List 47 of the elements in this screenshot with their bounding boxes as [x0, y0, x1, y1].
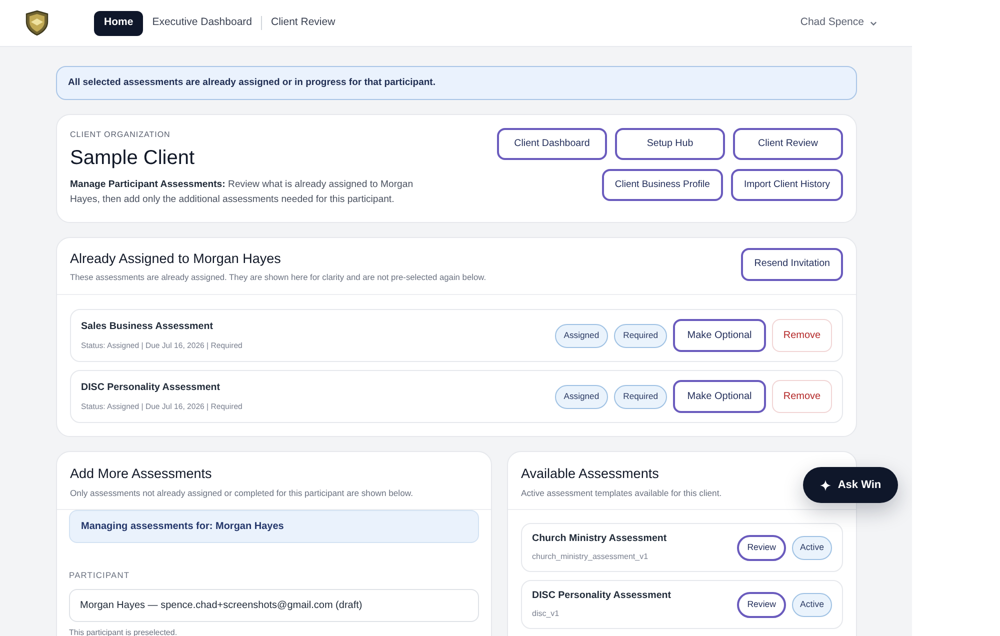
- action-button[interactable]: Client Review: [733, 128, 843, 160]
- nav-tab[interactable]: Home: [94, 10, 144, 36]
- nav-tab[interactable]: Client Review: [263, 10, 344, 36]
- template-code: disc_v1: [532, 608, 560, 620]
- review-button[interactable]: Review: [737, 534, 786, 560]
- user-menu[interactable]: Chad Spence: [800, 15, 877, 31]
- template-code: church_ministry_assessment_v1: [532, 551, 650, 564]
- alert-banner: All selected assessments are already assigned or in progress for that participant.: [56, 66, 857, 100]
- remove-button[interactable]: Remove: [772, 319, 832, 352]
- section-subtitle: Active assessment templates available for this client.: [521, 487, 723, 500]
- action-button[interactable]: Import Client History: [730, 169, 843, 201]
- client-name: Sample Client: [70, 146, 196, 171]
- section-title: Already Assigned to Morgan Hayes: [70, 250, 282, 268]
- section-subtitle: Only assessments not already assigned or completed for this participant are shown below.: [70, 487, 414, 500]
- nav-tab[interactable]: Executive Dashboard: [144, 10, 260, 36]
- template-name: Church Ministry Assessment: [532, 532, 667, 546]
- action-button[interactable]: Setup Hub: [615, 128, 725, 160]
- shield-logo-icon: [25, 10, 49, 36]
- assessment-name: DISC Personality Assessment: [81, 380, 222, 395]
- chevron-down-icon: [870, 20, 877, 26]
- action-button[interactable]: Client Dashboard: [497, 128, 607, 160]
- participant-field[interactable]: Morgan Hayes — spence.chad+screenshots@gmail.com (draft): [69, 588, 479, 622]
- status-badge: Assigned: [554, 324, 608, 348]
- status-badge: Active: [792, 592, 832, 616]
- field-help-text: This participant is preselected.: [69, 626, 178, 636]
- template-name: DISC Personality Assessment: [532, 588, 672, 603]
- status-badge: Assigned: [554, 384, 608, 408]
- user-name: Chad Spence: [800, 15, 864, 30]
- status-badge: Required: [614, 324, 667, 348]
- sparkle-icon: [820, 480, 831, 490]
- assessment-name: Sales Business Assessment: [81, 320, 214, 334]
- remove-button[interactable]: Remove: [772, 380, 832, 413]
- section-eyebrow: CLIENT ORGANIZATION: [70, 129, 172, 141]
- make-optional-button[interactable]: Make Optional: [673, 380, 766, 413]
- action-button[interactable]: Client Business Profile: [602, 169, 723, 201]
- review-button[interactable]: Review: [737, 592, 786, 618]
- resend-invitation-button[interactable]: Resend Invitation: [741, 248, 843, 281]
- status-badge: Required: [614, 384, 667, 408]
- make-optional-button[interactable]: Make Optional: [673, 319, 766, 352]
- section-title: Add More Assessments: [70, 465, 213, 483]
- status-badge: Active: [792, 536, 832, 560]
- field-label: PARTICIPANT: [69, 569, 131, 582]
- client-description: Manage Participant Assessments: Review what is already assigned to Morgan Hayes, then add only the additional assessments needed for this participant.: [70, 178, 414, 207]
- participant-notice: Managing assessments for: Morgan Hayes: [69, 510, 479, 543]
- ask-win-button[interactable]: Ask Win: [803, 467, 898, 503]
- section-title: Available Assessments: [521, 465, 660, 483]
- section-subtitle: These assessments are already assigned. They are shown here for clarity and are not pre-selected again below.: [70, 271, 486, 284]
